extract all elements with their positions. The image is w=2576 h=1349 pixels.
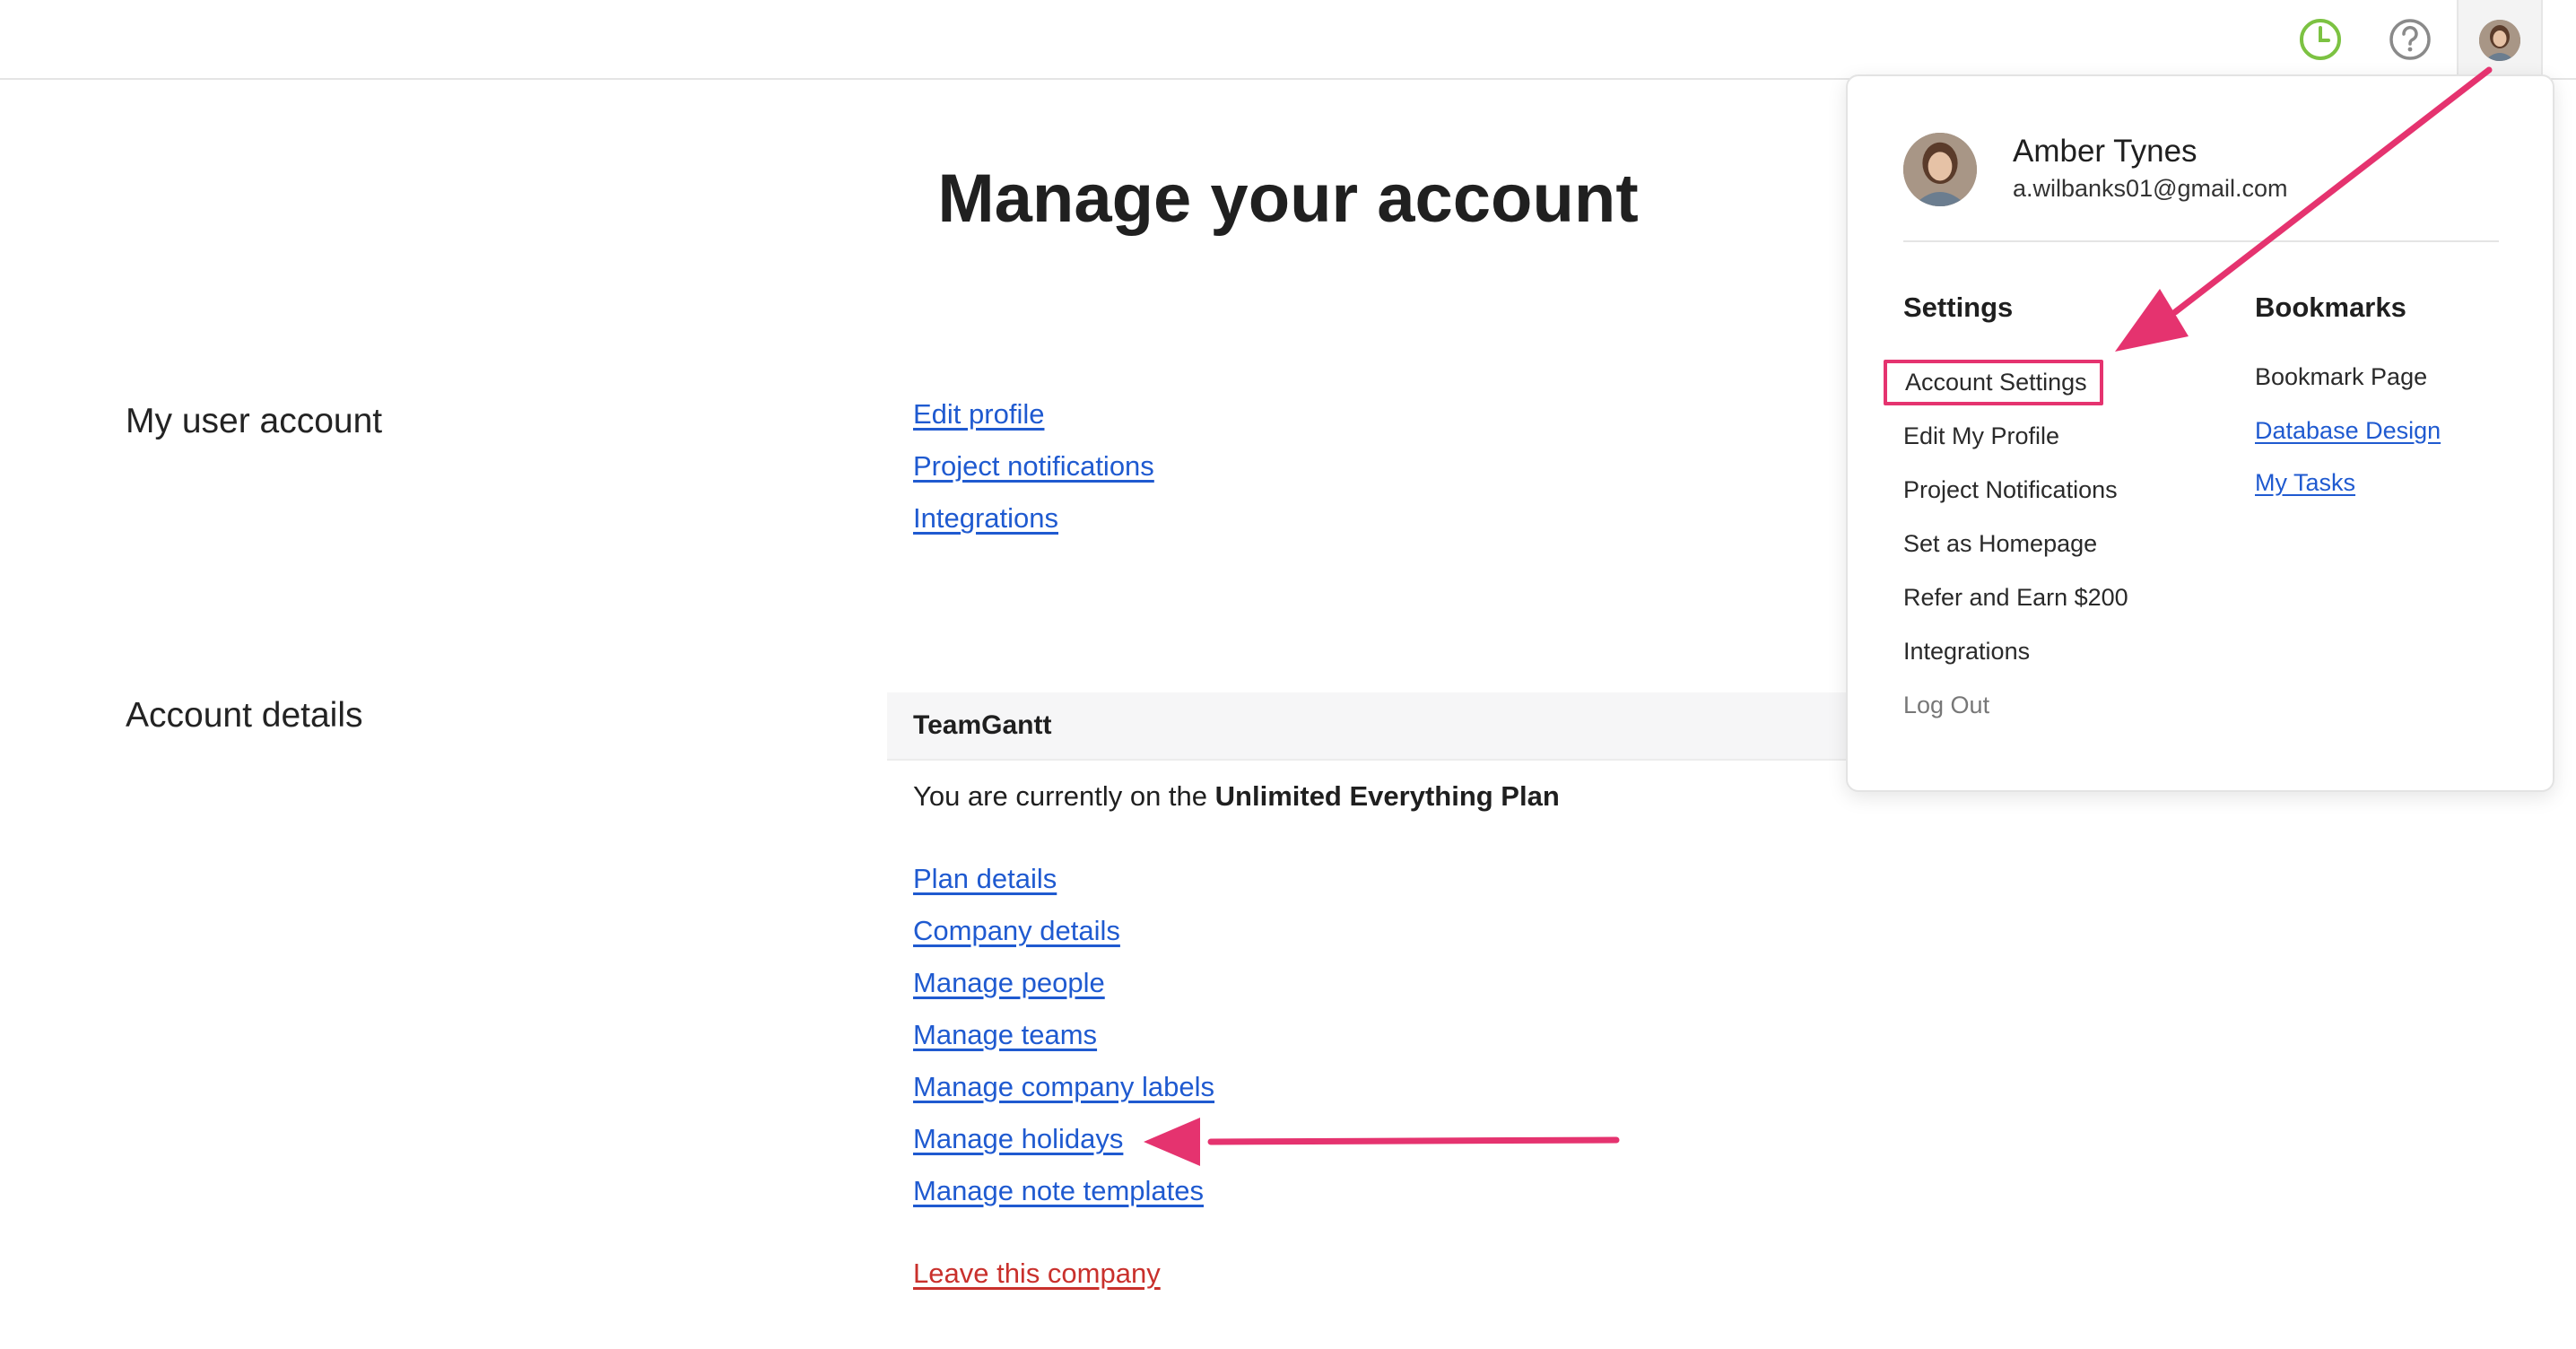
menu-item-project-notifications[interactable]: Project Notifications [1903, 476, 2118, 504]
bookmark-my-tasks[interactable]: My Tasks [2255, 469, 2355, 497]
integrations-link[interactable]: Integrations [913, 502, 1058, 535]
settings-heading: Settings [1903, 292, 2014, 323]
menu-item-log-out[interactable]: Log Out [1903, 692, 1989, 719]
leave-company-link[interactable]: Leave this company [913, 1258, 1161, 1290]
divider [1903, 240, 2499, 242]
annotation-arrow-manage-holidays [1144, 1118, 1620, 1166]
manage-holidays-link[interactable]: Manage holidays [913, 1123, 1123, 1155]
project-notifications-link[interactable]: Project notifications [913, 450, 1154, 483]
user-account-section-label: My user account [126, 402, 383, 440]
user-menu-toggle[interactable] [2457, 0, 2543, 80]
plan-status: You are currently on the Unlimited Every… [913, 780, 1560, 813]
menu-item-edit-my-profile[interactable]: Edit My Profile [1903, 422, 2059, 450]
manage-teams-link[interactable]: Manage teams [913, 1019, 1097, 1051]
edit-profile-link[interactable]: Edit profile [913, 398, 1044, 431]
clock-icon[interactable] [2298, 17, 2343, 62]
page-root: Manage your account My user account Edit… [0, 0, 2576, 1349]
company-name: TeamGantt [913, 710, 1052, 740]
menu-item-refer-and-earn[interactable]: Refer and Earn $200 [1903, 584, 2128, 612]
plan-prefix: You are currently on the [913, 780, 1215, 812]
manage-note-templates-link[interactable]: Manage note templates [913, 1175, 1204, 1207]
company-details-link[interactable]: Company details [913, 915, 1120, 947]
manage-company-labels-link[interactable]: Manage company labels [913, 1071, 1214, 1103]
menu-item-integrations[interactable]: Integrations [1903, 638, 2030, 666]
plan-name: Unlimited Everything Plan [1214, 780, 1560, 812]
help-icon[interactable] [2388, 17, 2432, 62]
account-details-section-label: Account details [126, 696, 363, 735]
user-email: a.wilbanks01@gmail.com [2013, 175, 2288, 202]
user-menu-dropdown: Amber Tynes a.wilbanks01@gmail.com Setti… [1846, 74, 2554, 792]
company-header: TeamGantt [887, 692, 1856, 761]
bookmarks-heading: Bookmarks [2255, 292, 2406, 323]
top-bar [0, 0, 2576, 80]
menu-item-account-settings[interactable]: Account Settings [1884, 360, 2103, 405]
manage-people-link[interactable]: Manage people [913, 967, 1105, 999]
bookmark-database-design[interactable]: Database Design [2255, 417, 2441, 445]
plan-details-link[interactable]: Plan details [913, 863, 1057, 895]
user-avatar-icon [1903, 133, 1977, 206]
menu-item-set-as-homepage[interactable]: Set as Homepage [1903, 530, 2097, 558]
user-name: Amber Tynes [2013, 134, 2197, 169]
bookmark-page-item[interactable]: Bookmark Page [2255, 363, 2427, 391]
user-avatar-icon [2479, 19, 2520, 61]
